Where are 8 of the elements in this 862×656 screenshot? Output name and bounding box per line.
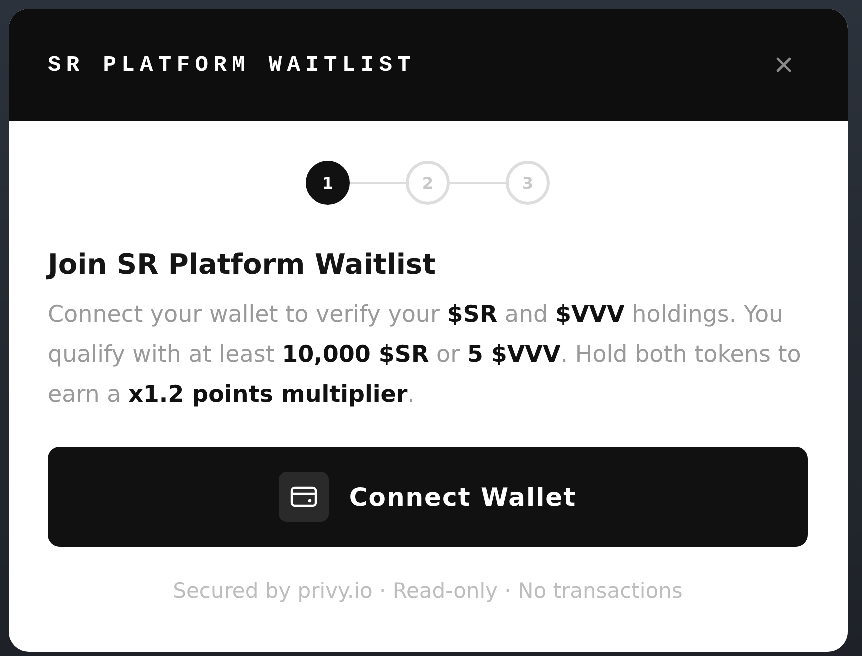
description-text: Connect your wallet to verify your $SR and $VVV holdings. You qualify with at least 10,000 $SR or 5 $VVV. Hold both tokens to earn a x1.2 points multiplier.	[48, 301, 802, 410]
close-icon[interactable]	[776, 57, 792, 73]
card-icon	[279, 472, 330, 522]
step-indicator: 1	[306, 161, 350, 205]
dialog-heading: Join SR Platform Waitlist	[48, 247, 437, 283]
connect-wallet-button[interactable]: Connect Wallet	[48, 447, 808, 547]
window-title: SR PLATFORM WAITLIST	[48, 52, 416, 78]
footer-note: Secured by privy.io · Read-only · No transactions	[172, 579, 684, 603]
